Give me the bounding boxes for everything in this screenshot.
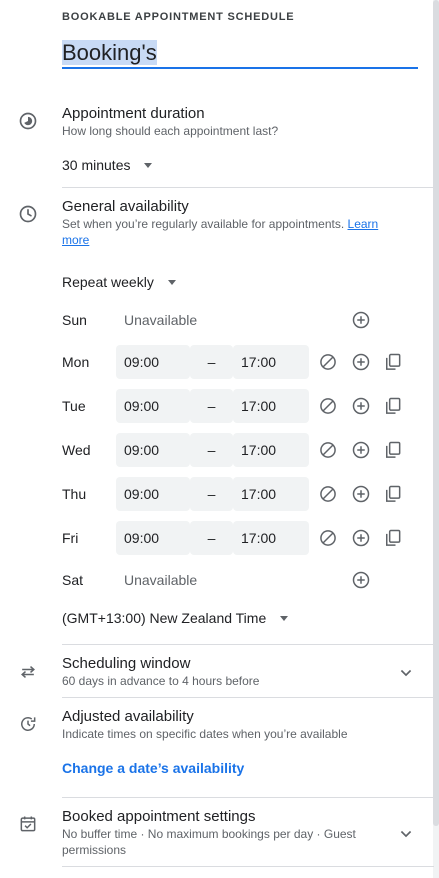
learn-more-link[interactable]: Learn bbox=[348, 217, 379, 231]
end-time-wed[interactable]: 17:00 bbox=[233, 433, 309, 467]
timelapse-icon bbox=[17, 110, 39, 132]
copy-icon[interactable] bbox=[382, 527, 404, 549]
duration-subtitle: How long should each appointment last? bbox=[62, 124, 279, 138]
end-time-thu[interactable]: 17:00 bbox=[233, 477, 309, 511]
add-circle-icon[interactable] bbox=[350, 395, 372, 417]
block-icon[interactable] bbox=[317, 527, 339, 549]
start-time-mon[interactable]: 09:00 bbox=[116, 345, 190, 379]
time-separator: – bbox=[190, 345, 233, 379]
repeat-value: Repeat weekly bbox=[62, 274, 154, 290]
unavailable-text-sun: Unavailable bbox=[124, 312, 198, 328]
chevron-down-icon bbox=[167, 279, 176, 285]
unavailable-text-sat: Unavailable bbox=[124, 572, 198, 588]
time-separator: – bbox=[190, 521, 233, 555]
timezone-value: (GMT+13:00) New Zealand Time bbox=[62, 610, 267, 626]
time-separator: – bbox=[190, 433, 233, 467]
duration-title: Appointment duration bbox=[62, 105, 205, 122]
start-time-tue[interactable]: 09:00 bbox=[116, 389, 190, 423]
event-available-icon bbox=[17, 813, 39, 835]
availability-subtitle: Set when you’re regularly available for … bbox=[62, 216, 402, 232]
add-circle-icon[interactable] bbox=[350, 569, 372, 591]
copy-icon[interactable] bbox=[382, 395, 404, 417]
copy-icon[interactable] bbox=[382, 483, 404, 505]
clock-icon bbox=[17, 203, 39, 225]
add-circle-icon[interactable] bbox=[350, 483, 372, 505]
adjusted-availability-title: Adjusted availability bbox=[62, 708, 194, 725]
booked-settings-subtitle-line2: permissions bbox=[62, 843, 127, 857]
end-time-mon[interactable]: 17:00 bbox=[233, 345, 309, 379]
duration-value: 30 minutes bbox=[62, 157, 131, 173]
chevron-down-icon bbox=[280, 615, 289, 621]
add-circle-icon[interactable] bbox=[350, 527, 372, 549]
block-icon[interactable] bbox=[317, 483, 339, 505]
day-label-thu: Thu bbox=[62, 486, 87, 502]
divider bbox=[62, 187, 434, 188]
divider bbox=[62, 697, 434, 698]
block-icon[interactable] bbox=[317, 395, 339, 417]
schedule-title-value: Booking's bbox=[62, 40, 157, 65]
adjusted-availability-subtitle: Indicate times on specific dates when yo… bbox=[62, 727, 348, 741]
divider bbox=[62, 797, 434, 798]
day-label-sat: Sat bbox=[62, 572, 84, 588]
time-separator: – bbox=[190, 477, 233, 511]
scheduling-window-subtitle: 60 days in advance to 4 hours before bbox=[62, 674, 260, 688]
change-date-availability-link[interactable]: Change a date’s availability bbox=[62, 760, 244, 776]
chevron-down-icon[interactable] bbox=[395, 662, 417, 684]
booked-settings-title[interactable]: Booked appointment settings bbox=[62, 808, 255, 825]
duration-dropdown[interactable]: 30 minutes bbox=[62, 157, 153, 173]
end-time-fri[interactable]: 17:00 bbox=[233, 521, 309, 555]
block-icon[interactable] bbox=[317, 351, 339, 373]
end-time-tue[interactable]: 17:00 bbox=[233, 389, 309, 423]
chevron-down-icon[interactable] bbox=[395, 823, 417, 845]
availability-title: General availability bbox=[62, 198, 189, 215]
day-label-mon: Mon bbox=[62, 354, 90, 370]
start-time-fri[interactable]: 09:00 bbox=[116, 521, 190, 555]
day-label-wed: Wed bbox=[62, 442, 91, 458]
schedule-type-label: BOOKABLE APPOINTMENT SCHEDULE bbox=[62, 11, 295, 23]
day-label-tue: Tue bbox=[62, 398, 86, 414]
scheduling-window-title[interactable]: Scheduling window bbox=[62, 655, 190, 672]
copy-icon[interactable] bbox=[382, 351, 404, 373]
add-circle-icon[interactable] bbox=[350, 309, 372, 331]
scrollbar-thumb[interactable] bbox=[433, 0, 439, 826]
booked-settings-subtitle-line1: No buffer time · No maximum bookings per… bbox=[62, 827, 356, 841]
schedule-title-input[interactable]: Booking's bbox=[62, 40, 418, 68]
learn-more-link-cont[interactable]: more bbox=[62, 232, 89, 248]
chevron-down-icon bbox=[144, 162, 153, 168]
start-time-thu[interactable]: 09:00 bbox=[116, 477, 190, 511]
add-circle-icon[interactable] bbox=[350, 439, 372, 461]
time-separator: – bbox=[190, 389, 233, 423]
divider bbox=[62, 866, 434, 867]
divider bbox=[62, 644, 434, 645]
timezone-dropdown[interactable]: (GMT+13:00) New Zealand Time bbox=[62, 610, 289, 626]
start-time-wed[interactable]: 09:00 bbox=[116, 433, 190, 467]
update-icon bbox=[17, 713, 39, 735]
copy-icon[interactable] bbox=[382, 439, 404, 461]
day-label-sun: Sun bbox=[62, 312, 87, 328]
add-circle-icon[interactable] bbox=[350, 351, 372, 373]
swap-horiz-icon bbox=[17, 661, 39, 683]
title-underline bbox=[62, 67, 418, 69]
day-label-fri: Fri bbox=[62, 530, 79, 546]
repeat-dropdown[interactable]: Repeat weekly bbox=[62, 274, 176, 290]
block-icon[interactable] bbox=[317, 439, 339, 461]
availability-subtitle-text: Set when you’re regularly available for … bbox=[62, 217, 345, 231]
